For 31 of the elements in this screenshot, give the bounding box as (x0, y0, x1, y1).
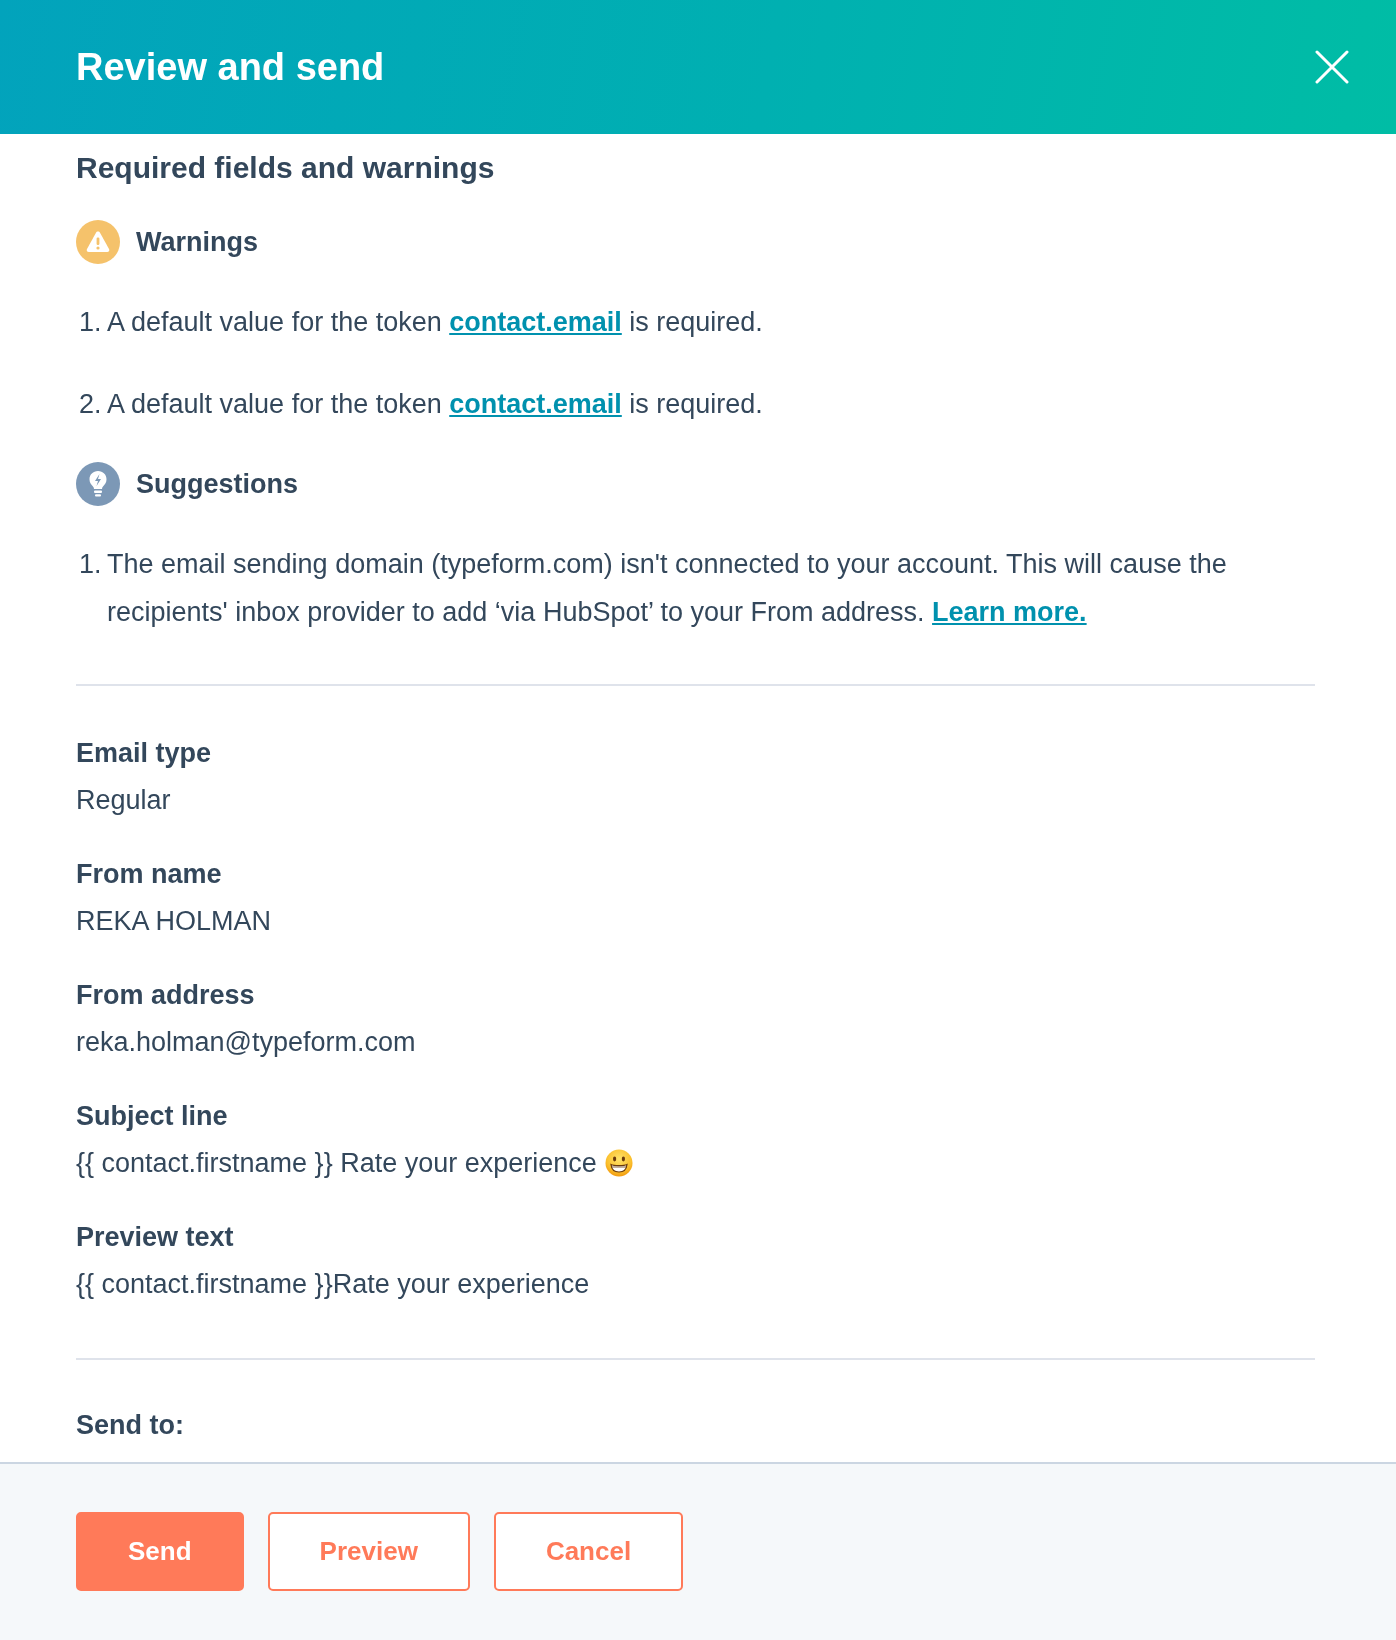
group-title: Warnings (136, 226, 258, 259)
help-link[interactable]: Learn more. (932, 597, 1087, 627)
field-label: From address (76, 979, 256, 1012)
warning-text: A default value for the token contact.email is required. (107, 306, 763, 339)
field-label: Email type (76, 737, 213, 770)
field-value: reka.holman@typeform.com (76, 1026, 416, 1059)
list-number: 1. (78, 548, 103, 581)
field-value: {{ contact.firstname }}Rate your experience (76, 1268, 590, 1301)
secondary-button[interactable]: Cancel (493, 1512, 684, 1591)
lightbulb-icon (76, 462, 120, 506)
warning-icon (76, 220, 120, 264)
send-to-label: Send to: (76, 1409, 185, 1442)
token-link[interactable]: contact.email (449, 307, 622, 337)
warning-text: A default value for the token contact.email is required. (107, 388, 763, 421)
field-value: {{ contact.firstname }} Rate your experience (76, 1147, 597, 1180)
close-icon (1315, 50, 1349, 84)
token-link[interactable]: contact.email (449, 389, 622, 419)
suggestion-text: The email sending domain (typeform.com) isn't connected to your account. This will cause the recipients' inbox provider to add ‘via HubSpot’ to your From address. Learn more. (107, 548, 1228, 629)
field-value: Regular (76, 784, 171, 817)
list-number: 1. (78, 306, 103, 339)
field-label: Subject line (76, 1100, 229, 1133)
group-title: Suggestions (136, 468, 298, 501)
dialog-title: Review and send (76, 45, 385, 90)
secondary-button[interactable]: Preview (267, 1512, 470, 1591)
section-heading: Required fields and warnings (76, 150, 496, 186)
send-button[interactable]: Send (76, 1512, 244, 1591)
field-label: From name (76, 858, 223, 891)
close-button[interactable] (1314, 49, 1350, 85)
list-number: 2. (78, 388, 103, 421)
field-label: Preview text (76, 1221, 235, 1254)
field-value: REKA HOLMAN (76, 905, 272, 938)
